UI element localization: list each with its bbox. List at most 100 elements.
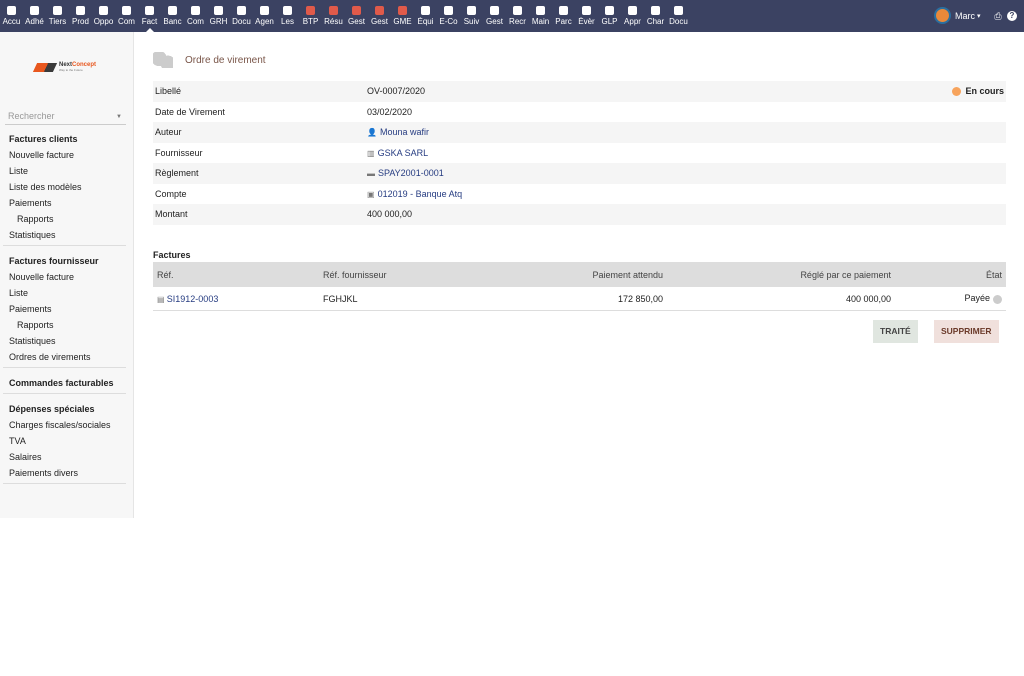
nav-item[interactable]: Docu (667, 0, 690, 32)
nav-item[interactable]: Équi (414, 0, 437, 32)
sidebar-item[interactable]: Nouvelle facture (0, 147, 126, 163)
nav-item[interactable]: GRH (207, 0, 230, 32)
nav-item[interactable]: Gest (368, 0, 391, 32)
nav-item[interactable]: GME (391, 0, 414, 32)
sidebar: NextConcept Way to the Future Rechercher ▼… (0, 32, 134, 518)
nav-item[interactable]: Main (529, 0, 552, 32)
nav-item[interactable]: Banc (161, 0, 184, 32)
sidebar-section-title[interactable]: Dépenses spéciales (0, 401, 126, 417)
detail-label: Montant (155, 209, 188, 220)
header-paiement-attendu[interactable]: Paiement attendu (493, 270, 663, 280)
nav-item[interactable]: Évèr (575, 0, 598, 32)
detail-value[interactable]: ▣ 012019 - Banque Atq (367, 189, 462, 199)
nav-item[interactable]: Recr (506, 0, 529, 32)
nav-item[interactable]: Com (115, 0, 138, 32)
nav-item[interactable]: Oppo (92, 0, 115, 32)
detail-row: Montant 400 000,00 (153, 204, 1006, 225)
sidebar-item[interactable]: Rapports (0, 317, 126, 333)
detail-label: Libellé (155, 86, 182, 97)
module-icon (260, 6, 269, 15)
sidebar-item[interactable]: Statistiques (0, 333, 126, 349)
sidebar-section-title[interactable]: Factures fournisseur (0, 253, 126, 269)
state: Payée (891, 293, 1006, 304)
nav-item[interactable]: Suiv (460, 0, 483, 32)
nav-item[interactable]: Com (184, 0, 207, 32)
nav-item[interactable]: GLP (598, 0, 621, 32)
factures-table: Réf. Réf. fournisseur Paiement attendu R… (153, 262, 1006, 311)
status-text: En cours (965, 86, 1004, 97)
logo[interactable]: NextConcept Way to the Future (32, 62, 96, 72)
nav-item-label: Prod (72, 17, 89, 26)
nav-item[interactable]: E-Co (437, 0, 460, 32)
module-icon (375, 6, 384, 15)
divider (3, 367, 126, 368)
module-icon (168, 6, 177, 15)
invoice-link[interactable]: ▤ SI1912-0003 (153, 294, 323, 304)
page-title: Ordre de virement (185, 54, 266, 66)
header-etat[interactable]: État (891, 270, 1006, 280)
detail-value[interactable]: ▥ GSKA SARL (367, 148, 428, 158)
nav-item-label: E-Co (439, 17, 458, 26)
factures-title: Factures (153, 250, 191, 260)
nav-item[interactable]: Appr (621, 0, 644, 32)
sidebar-item[interactable]: Liste (0, 163, 126, 179)
nav-item-label: Docu (669, 17, 688, 26)
traite-button[interactable]: TRAITÉ (873, 320, 918, 343)
supplier-ref: FGHJKL (323, 293, 358, 304)
sidebar-item[interactable]: Liste (0, 285, 126, 301)
sidebar-item[interactable]: Nouvelle facture (0, 269, 126, 285)
nav-item-label: Parc (555, 17, 572, 26)
nav-item[interactable]: Les (276, 0, 299, 32)
sidebar-item[interactable]: Ordres de virements (0, 349, 126, 365)
header-regle[interactable]: Réglé par ce paiement (663, 270, 891, 280)
help-icon[interactable]: ? (1007, 11, 1017, 21)
invoice-ref: SI1912-0003 (166, 293, 219, 304)
sidebar-section-title[interactable]: Factures clients (0, 131, 126, 147)
sidebar-item[interactable]: Paiements divers (0, 465, 126, 481)
nav-item[interactable]: Parc (552, 0, 575, 32)
nav-item[interactable]: Résu (322, 0, 345, 32)
caret-down-icon: ▼ (116, 114, 122, 120)
sidebar-item[interactable]: Paiements (0, 301, 126, 317)
supprimer-button[interactable]: SUPPRIMER (934, 320, 999, 343)
nav-item-label: Appr (624, 17, 641, 26)
sidebar-section-title[interactable]: Commandes facturables (0, 375, 126, 391)
sidebar-item[interactable]: Rapports (0, 211, 126, 227)
status-dot-icon (993, 294, 1002, 304)
detail-label: Auteur (155, 127, 182, 138)
search-input[interactable]: Rechercher ▼ (5, 111, 126, 125)
nav-item[interactable]: BTP (299, 0, 322, 32)
detail-value[interactable]: 👤 Mouna wafir (367, 127, 429, 137)
sidebar-item[interactable]: Paiements (0, 195, 126, 211)
detail-row: Date de Virement 03/02/2020 (153, 102, 1006, 123)
header-ref[interactable]: Réf. (153, 270, 323, 280)
nav-item[interactable]: Accu (0, 0, 23, 32)
header-ref-fournisseur[interactable]: Réf. fournisseur (323, 270, 493, 280)
nav-item[interactable]: Char (644, 0, 667, 32)
sidebar-item[interactable]: Liste des modèles (0, 179, 126, 195)
detail-value: OV-0007/2020 (367, 86, 425, 96)
detail-label: Date de Virement (155, 106, 225, 117)
nav-item[interactable]: Gest (483, 0, 506, 32)
nav-item[interactable]: Agen (253, 0, 276, 32)
table-header: Réf. Réf. fournisseur Paiement attendu R… (153, 262, 1006, 287)
detail-value[interactable]: ▬ SPAY2001-0001 (367, 168, 444, 178)
nav-item[interactable]: Docu (230, 0, 253, 32)
sidebar-item[interactable]: Salaires (0, 449, 126, 465)
detail-row: Auteur 👤 Mouna wafir (153, 122, 1006, 143)
module-icon (444, 6, 453, 15)
sidebar-item[interactable]: Statistiques (0, 227, 126, 243)
print-icon[interactable]: ⎙ (993, 11, 1003, 21)
sidebar-item[interactable]: TVA (0, 433, 126, 449)
nav-item[interactable]: Adhé (23, 0, 46, 32)
nav-item[interactable]: Tiers (46, 0, 69, 32)
nav-item-label: Oppo (93, 17, 114, 26)
module-icon (283, 6, 292, 15)
user-menu[interactable]: Marc ▾ (934, 7, 981, 24)
detail-value-text: Mouna wafir (379, 127, 429, 138)
nav-item[interactable]: Gest (345, 0, 368, 32)
sidebar-item[interactable]: Charges fiscales/sociales (0, 417, 126, 433)
detail-value: 400 000,00 (367, 209, 412, 219)
nav-item[interactable]: Fact (138, 0, 161, 32)
nav-item[interactable]: Prod (69, 0, 92, 32)
